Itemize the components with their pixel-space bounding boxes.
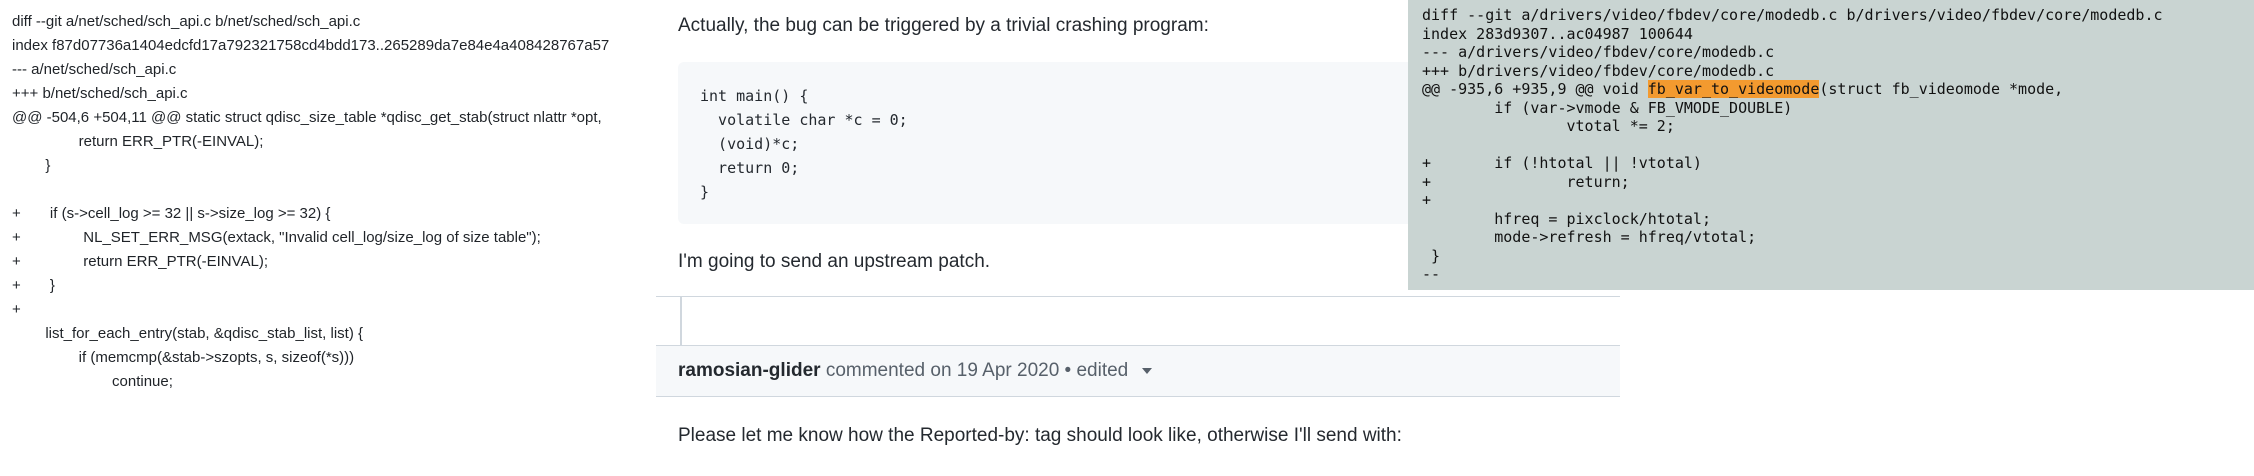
left-diff-line: return ERR_PTR(-EINVAL);	[12, 133, 264, 150]
left-diff-panel: diff --git a/net/sched/sch_api.c b/net/s…	[0, 0, 656, 476]
right-diff-panel: diff --git a/drivers/video/fbdev/core/mo…	[1408, 0, 2254, 290]
right-diff-line: + if (!htotal || !vtotal)	[1422, 154, 1702, 172]
right-diff-line: if (var->vmode & FB_VMODE_DOUBLE)	[1422, 98, 1793, 117]
hunk-suffix: (struct fb_videomode *mode,	[1819, 80, 2064, 98]
code-line: volatile char *c = 0;	[700, 111, 908, 129]
left-diff-line: + NL_SET_ERR_MSG(extack, "Invalid cell_l…	[12, 229, 541, 246]
code-line: (void)*c;	[700, 135, 800, 153]
code-line: }	[700, 183, 710, 201]
right-diff-line: + return;	[1422, 172, 1630, 191]
left-diff-line: + }	[12, 277, 55, 294]
left-diff-line: --- a/net/sched/sch_api.c	[12, 61, 177, 78]
right-diff-line: diff --git a/drivers/video/fbdev/core/mo…	[1422, 6, 2163, 24]
comment-divider	[656, 296, 1620, 297]
comment-body: Please let me know how the Reported-by: …	[678, 425, 1402, 446]
right-diff-line: mode->refresh = hfreq/vtotal;	[1422, 228, 1757, 246]
comment-header-text: ramosian-glider commented on 19 Apr 2020…	[678, 358, 1152, 384]
comment-header: ramosian-glider commented on 19 Apr 2020…	[656, 345, 1620, 397]
hunk-prefix: @@ -935,6 +935,9 @@ void	[1422, 80, 1648, 98]
edited-label: • edited	[1064, 360, 1129, 381]
comment-timestamp[interactable]: commented on 19 Apr 2020	[826, 360, 1059, 381]
right-diff-line: }	[1422, 246, 1441, 265]
chevron-down-icon	[1141, 367, 1152, 374]
right-diff-hunk-line: @@ -935,6 +935,9 @@ void fb_var_to_video…	[1422, 80, 2063, 99]
left-diff-line: + return ERR_PTR(-EINVAL);	[12, 253, 269, 270]
right-diff-line: +	[1422, 191, 1432, 209]
edited-dropdown[interactable]: • edited	[1065, 360, 1152, 381]
highlighted-function: fb_var_to_videomode	[1647, 80, 1820, 98]
right-diff-line: +++ b/drivers/video/fbdev/core/modedb.c	[1422, 61, 1775, 80]
left-diff-line: @@ -504,6 +504,11 @@ static struct qdisc…	[12, 109, 602, 126]
left-diff-line: +	[12, 301, 21, 318]
right-diff-line: vtotal *= 2;	[1422, 117, 1675, 135]
left-diff-line: list_for_each_entry(stab, &qdisc_stab_li…	[12, 325, 363, 342]
left-diff-line: diff --git a/net/sched/sch_api.c b/net/s…	[12, 13, 361, 30]
comment-outro: I'm going to send an upstream patch.	[678, 251, 991, 272]
left-diff-line: +++ b/net/sched/sch_api.c	[12, 85, 188, 102]
comment-intro: Actually, the bug can be triggered by a …	[678, 15, 1209, 36]
right-diff-line: hfreq = pixclock/htotal;	[1422, 209, 1711, 228]
timeline-connector	[680, 297, 682, 345]
left-diff-line: if (memcmp(&stab->szopts, s, sizeof(*s))…	[12, 349, 355, 366]
code-line: return 0;	[700, 159, 800, 177]
left-diff-line: }	[12, 157, 51, 174]
right-diff-line: --	[1422, 265, 1441, 283]
left-diff-line: + if (s->cell_log >= 32 || s->size_log >…	[12, 205, 331, 222]
left-diff-line: index f87d07736a1404edcfd17a792321758cd4…	[12, 37, 610, 54]
left-diff-line: continue;	[12, 373, 173, 390]
right-diff-line: index 283d9307..ac04987 100644	[1422, 24, 1693, 43]
comment-author-link[interactable]: ramosian-glider	[678, 360, 821, 381]
right-diff-line: --- a/drivers/video/fbdev/core/modedb.c	[1422, 43, 1775, 61]
code-line: int main() {	[700, 87, 809, 105]
